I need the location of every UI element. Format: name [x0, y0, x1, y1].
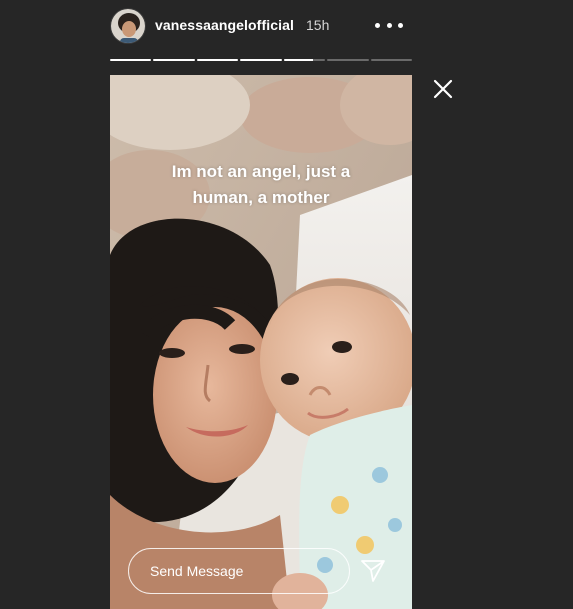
send-message-placeholder: Send Message	[150, 563, 244, 579]
avatar[interactable]	[110, 8, 146, 44]
send-icon[interactable]	[360, 558, 386, 584]
progress-segment	[283, 59, 326, 61]
story-caption: Im not an angel, just a human, a mother	[171, 162, 351, 207]
progress-segment	[240, 59, 282, 61]
timestamp: 15h	[306, 17, 330, 33]
send-message-input[interactable]: Send Message	[128, 548, 350, 594]
progress-segment	[110, 59, 152, 61]
close-icon[interactable]	[431, 77, 455, 101]
username[interactable]: vanessaangelofficial	[155, 17, 294, 33]
story-progress-bar	[110, 59, 412, 62]
story-header: vanessaangelofficial 15h	[110, 8, 412, 44]
more-options-icon[interactable]	[375, 13, 403, 37]
progress-segment	[370, 59, 412, 61]
progress-segment	[327, 59, 369, 61]
story-photo	[110, 75, 412, 609]
story-viewer: vanessaangelofficial 15h Im not an angel…	[0, 0, 573, 609]
progress-segment	[196, 59, 239, 61]
story-content[interactable]: Im not an angel, just a human, a mother	[110, 75, 412, 609]
progress-segment	[153, 59, 195, 61]
